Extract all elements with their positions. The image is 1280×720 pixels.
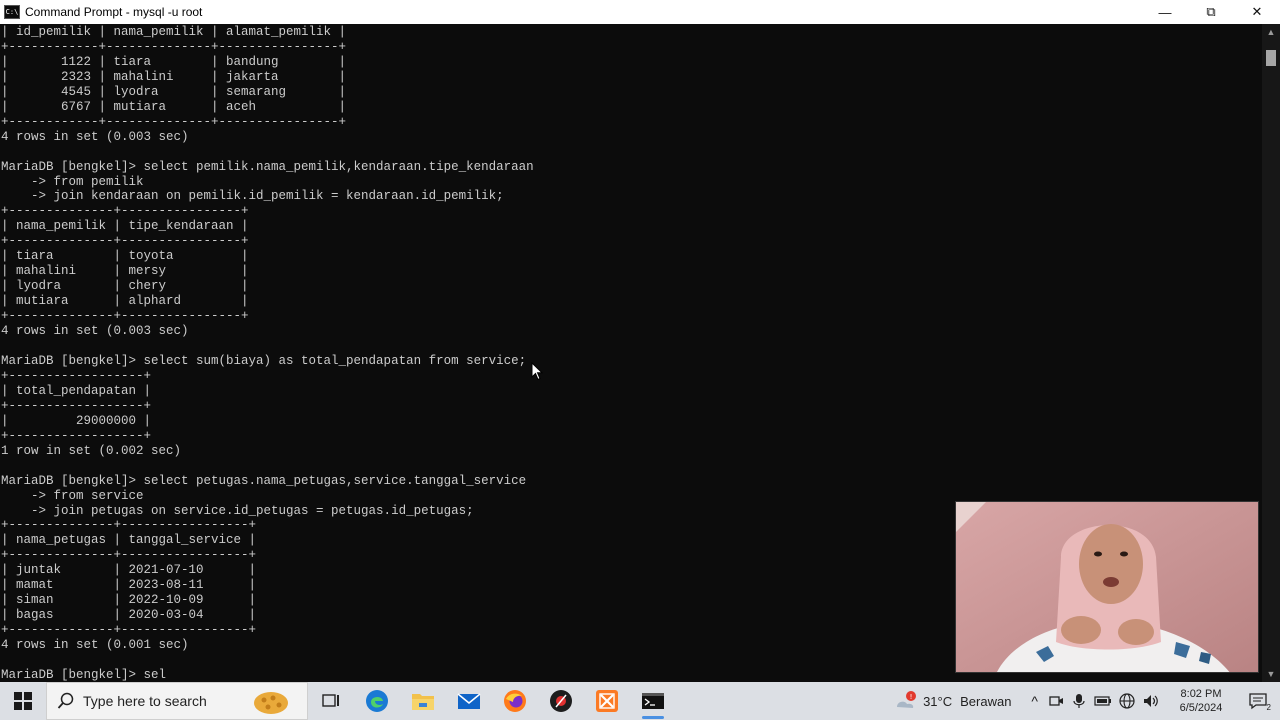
taskbar-search-box[interactable]: Type here to search <box>46 682 308 720</box>
title-bar: C:\ Command Prompt - mysql -u root — ⧉ ✕ <box>0 0 1280 24</box>
console-line: +------------+--------------+-----------… <box>1 114 347 129</box>
command-prompt-taskbar-button[interactable] <box>630 682 676 720</box>
scroll-up-arrow-icon[interactable]: ▲ <box>1262 24 1280 40</box>
console-line: MariaDB [bengkel]> select petugas.nama_p… <box>1 473 527 488</box>
minimize-button[interactable]: — <box>1142 0 1188 24</box>
restore-button[interactable]: ⧉ <box>1188 0 1234 24</box>
console-line: +------------------+ <box>1 368 152 383</box>
edge-icon <box>366 690 388 712</box>
window-controls: — ⧉ ✕ <box>1142 0 1280 24</box>
console-line: +------------------+ <box>1 428 152 443</box>
mouse-pointer-icon <box>531 362 543 381</box>
console-line: | lyodra | chery | <box>1 279 249 294</box>
presenter-video-image <box>956 502 1258 672</box>
console-line: | mutiara | alphard | <box>1 294 249 309</box>
weather-temperature[interactable]: 31°C <box>923 694 952 709</box>
start-button[interactable] <box>0 682 46 720</box>
clock-date: 6/5/2024 <box>1179 702 1223 714</box>
system-tray: ! 31°C Berawan ^ 8:02 PM 6/5/2024 2 <box>893 682 1280 720</box>
mail-taskbar-button[interactable] <box>446 682 492 720</box>
console-line: 1 row in set (0.002 sec) <box>1 443 182 458</box>
console-line: 4 rows in set (0.003 sec) <box>1 324 189 339</box>
search-icon <box>57 692 74 709</box>
folder-icon <box>412 694 434 710</box>
firefox-taskbar-button[interactable] <box>492 682 538 720</box>
task-view-icon <box>322 694 339 707</box>
webcam-overlay <box>955 501 1259 673</box>
console-line: MariaDB [bengkel]> select pemilik.nama_p… <box>1 159 534 174</box>
window-title: Command Prompt - mysql -u root <box>25 5 203 19</box>
scroll-down-arrow-icon[interactable]: ▼ <box>1262 666 1280 682</box>
console-line: | 6767 | mutiara | aceh | <box>1 99 347 114</box>
console-line: +--------------+----------------+ <box>1 234 249 249</box>
console-line: -> from pemilik <box>1 174 144 189</box>
mail-icon <box>457 693 481 709</box>
console-line: +--------------+----------------+ <box>1 309 249 324</box>
media-app-taskbar-button[interactable] <box>538 682 584 720</box>
weather-description[interactable]: Berawan <box>960 694 1011 709</box>
console-line: | id_pemilik | nama_pemilik | alamat_pem… <box>1 25 347 39</box>
console-line: | total_pendapatan | <box>1 383 152 398</box>
clock[interactable]: 8:02 PM 6/5/2024 <box>1166 687 1236 715</box>
console-line: +--------------+----------------+ <box>1 204 249 219</box>
search-placeholder: Type here to search <box>83 693 207 709</box>
notification-center-button[interactable]: 2 <box>1236 682 1280 720</box>
meet-now-icon[interactable] <box>1048 693 1064 709</box>
show-hidden-icons-chevron-icon[interactable]: ^ <box>1031 693 1038 709</box>
console-line: | tiara | toyota | <box>1 249 249 264</box>
console-line: | 2323 | mahalini | jakarta | <box>1 69 347 84</box>
firefox-icon <box>504 690 526 712</box>
scrollbar-thumb[interactable] <box>1266 50 1276 66</box>
console-line: | 1122 | tiara | bandung | <box>1 54 347 69</box>
battery-icon[interactable] <box>1094 694 1112 708</box>
console-line: | 29000000 | <box>1 413 152 428</box>
xampp-icon <box>596 690 618 712</box>
command-prompt-icon: C:\ <box>4 5 20 19</box>
notification-count-badge: 2 <box>1266 703 1271 712</box>
volume-icon[interactable] <box>1142 693 1160 709</box>
console-line: | 4545 | lyodra | semarang | <box>1 84 347 99</box>
edge-taskbar-button[interactable] <box>354 682 400 720</box>
console-line: 4 rows in set (0.003 sec) <box>1 129 189 144</box>
svg-text:!: ! <box>910 693 913 701</box>
file-explorer-taskbar-button[interactable] <box>400 682 446 720</box>
windows-logo-icon <box>14 692 32 710</box>
task-view-button[interactable] <box>308 682 354 720</box>
console-line: +------------------+ <box>1 398 152 413</box>
console-line: -> join kendaraan on pemilik.id_pemilik … <box>1 189 504 204</box>
console-line: MariaDB [bengkel]> select sum(biaya) as … <box>1 353 527 368</box>
microphone-icon[interactable] <box>1072 693 1086 709</box>
network-globe-icon[interactable] <box>1118 692 1136 710</box>
xampp-taskbar-button[interactable] <box>584 682 630 720</box>
close-button[interactable]: ✕ <box>1234 0 1280 24</box>
search-highlight-icon <box>254 692 288 714</box>
console-line: | mahalini | mersy | <box>1 264 249 279</box>
console-line: +------------+--------------+-----------… <box>1 39 347 54</box>
taskbar: Type here to search ! 31°C Berawan ^ 8:0… <box>0 682 1280 720</box>
vertical-scrollbar[interactable]: ▲ ▼ <box>1262 24 1280 682</box>
media-app-icon <box>550 690 572 712</box>
notification-icon <box>1249 693 1267 710</box>
weather-icon[interactable]: ! <box>893 689 919 713</box>
console-line: | nama_pemilik | tipe_kendaraan | <box>1 219 249 234</box>
terminal-icon <box>642 693 664 709</box>
clock-time: 8:02 PM <box>1180 688 1222 700</box>
